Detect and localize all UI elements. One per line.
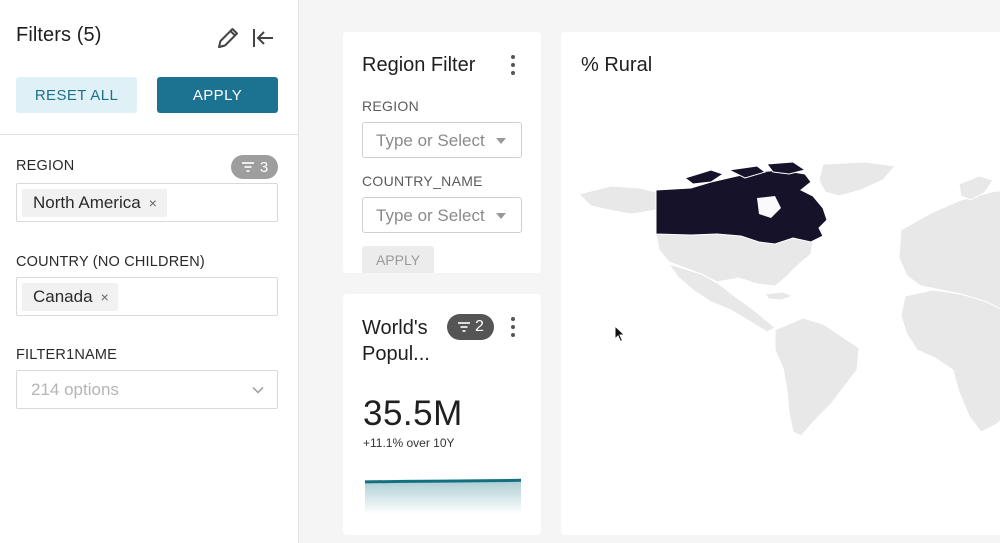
kpi-card-title: World's Popul... xyxy=(362,315,430,367)
country-filter-field[interactable]: Canada × xyxy=(16,277,278,316)
apply-button[interactable]: APPLY xyxy=(157,77,278,113)
caret-down-icon xyxy=(496,138,506,144)
trend-sparkline xyxy=(365,478,521,514)
region-filter-card-title: Region Filter xyxy=(362,54,476,76)
caribbean-shape xyxy=(764,291,795,301)
filter-icon xyxy=(458,322,471,332)
kebab-menu-icon[interactable] xyxy=(508,317,518,337)
rf-country-placeholder: Type or Select xyxy=(376,206,485,225)
kpi-value: 35.5M xyxy=(363,394,463,433)
remove-chip-icon[interactable]: × xyxy=(149,195,157,211)
world-map xyxy=(578,161,1000,437)
caret-down-icon xyxy=(496,213,506,219)
country-chip-label: Canada xyxy=(33,287,93,306)
kpi-title-line1: World's xyxy=(362,317,428,339)
filter1name-label: FILTER1NAME xyxy=(16,347,118,363)
country-chip: Canada × xyxy=(22,283,118,311)
rural-map-card: % Rural xyxy=(561,32,1000,535)
kpi-filter-badge[interactable]: 2 xyxy=(447,314,494,340)
rf-country-select[interactable]: Type or Select xyxy=(362,197,522,233)
kpi-badge-count: 2 xyxy=(475,318,484,335)
filter1name-select[interactable]: 214 options xyxy=(16,370,278,409)
region-filter-card: Region Filter REGION Type or Select COUN… xyxy=(343,32,541,273)
mouse-cursor-icon xyxy=(614,325,626,343)
chevron-down-icon xyxy=(252,386,264,394)
country-filter-label: COUNTRY (NO CHILDREN) xyxy=(16,254,205,270)
region-filter-field[interactable]: North America × xyxy=(16,183,278,222)
reset-all-button[interactable]: RESET ALL xyxy=(16,77,137,113)
edit-pencil-icon[interactable] xyxy=(214,24,242,52)
rf-region-label: REGION xyxy=(362,98,420,114)
greenland-shape xyxy=(818,161,896,197)
alaska-shape xyxy=(578,185,657,215)
sidebar-header: Filters (5) xyxy=(16,24,278,50)
africa-shape xyxy=(900,289,1000,433)
sparkline-line xyxy=(365,478,521,484)
kpi-change: +11.1% over 10Y xyxy=(363,436,455,450)
rf-region-placeholder: Type or Select xyxy=(376,131,485,150)
canada-shape xyxy=(655,169,828,245)
sparkline-area xyxy=(365,480,521,514)
filters-sidebar: Filters (5) RESET ALL APPLY REGION 3 Nor… xyxy=(0,0,299,543)
kpi-title-line2: Popul... xyxy=(362,343,430,365)
rf-country-label: COUNTRY_NAME xyxy=(362,173,483,189)
region-filter-label: REGION xyxy=(16,158,75,174)
europe-shape xyxy=(898,190,1000,311)
region-filter-count-badge[interactable]: 3 xyxy=(231,155,278,179)
filter1name-placeholder: 214 options xyxy=(31,380,119,399)
rf-apply-button[interactable]: APPLY xyxy=(362,246,434,273)
sidebar-divider xyxy=(0,134,298,135)
region-chip-label: North America xyxy=(33,193,141,212)
world-population-card: World's Popul... 2 35.5M +11.1% over 10Y xyxy=(343,294,541,535)
filter-icon xyxy=(241,162,254,172)
region-chip: North America × xyxy=(22,189,167,217)
rf-region-select[interactable]: Type or Select xyxy=(362,122,522,158)
collapse-left-icon[interactable] xyxy=(249,24,277,52)
kebab-menu-icon[interactable] xyxy=(508,55,518,75)
remove-chip-icon[interactable]: × xyxy=(101,289,109,305)
region-badge-count: 3 xyxy=(259,158,269,176)
south-america-shape xyxy=(774,317,860,437)
